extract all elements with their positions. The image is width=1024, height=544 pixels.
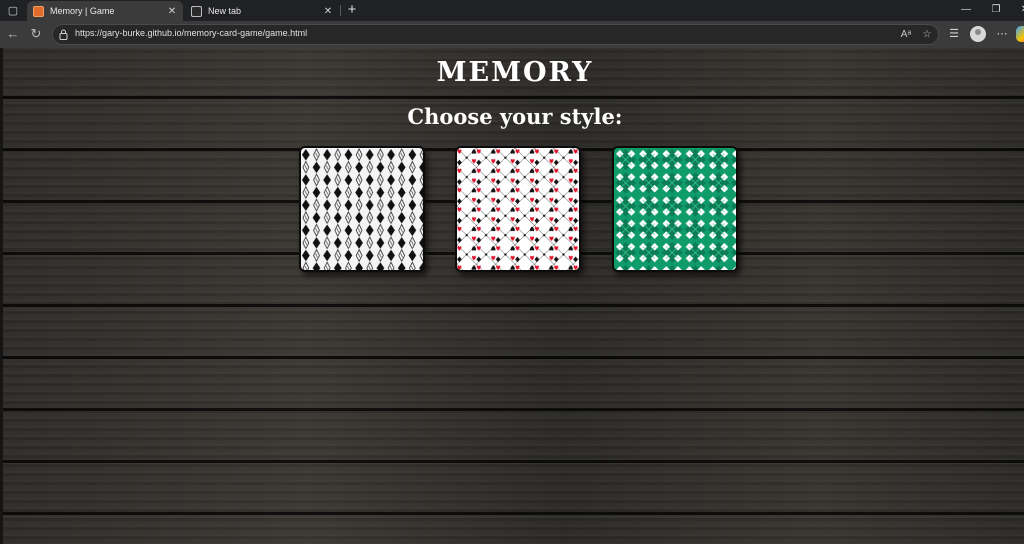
more-menu-icon[interactable]: ⋯ [994,26,1010,42]
browser-toolbar: ← ↻ https://gary-burke.github.io/memory-… [0,21,1024,48]
game-page: MEMORY Choose your style: [0,48,1024,544]
tab-new-tab[interactable]: New tab ✕ [185,1,339,21]
card-style-diamonds[interactable] [299,146,425,272]
page-title: MEMORY [436,57,594,88]
copilot-icon[interactable] [1016,26,1024,42]
favorite-star-icon[interactable]: ☆ [920,28,934,42]
read-aloud-icon[interactable]: Aᵃ [899,28,913,42]
profile-avatar-icon[interactable] [970,26,986,42]
diamond-pattern-icon [301,148,423,270]
restore-icon[interactable]: ❐ [981,1,1011,19]
refresh-icon[interactable]: ↻ [27,25,45,43]
tab-title: New tab [208,6,242,16]
address-bar[interactable]: https://gary-burke.github.io/memory-card… [52,24,939,45]
memory-favicon-icon [33,5,44,17]
tab-strip: ▢ Memory | Game ✕ New tab ✕ + — ❐ ✕ [0,0,1024,21]
favorites-list-icon[interactable]: ☰ [946,26,962,42]
tab-memory-game[interactable]: Memory | Game ✕ [27,1,183,21]
card-style-argyle[interactable] [612,146,738,272]
style-prompt: Choose your style: [407,104,623,129]
new-tab-favicon-icon [191,5,202,17]
tab-divider [340,5,341,16]
back-arrow-icon[interactable]: ← [4,25,22,43]
minimize-icon[interactable]: — [951,1,981,19]
suits-pattern-icon [457,148,579,270]
tab-close-icon[interactable]: ✕ [321,6,335,17]
tab-actions-icon[interactable]: ▢ [4,2,22,19]
url-text[interactable]: https://gary-burke.github.io/memory-card… [75,28,307,38]
tab-close-icon[interactable]: ✕ [165,6,179,17]
argyle-pattern-icon [614,148,736,270]
lock-icon[interactable] [59,29,68,40]
window-close-icon[interactable]: ✕ [1010,1,1024,19]
card-style-suits[interactable] [455,146,581,272]
new-tab-plus-icon[interactable]: + [344,1,360,19]
tab-title: Memory | Game [50,6,115,16]
